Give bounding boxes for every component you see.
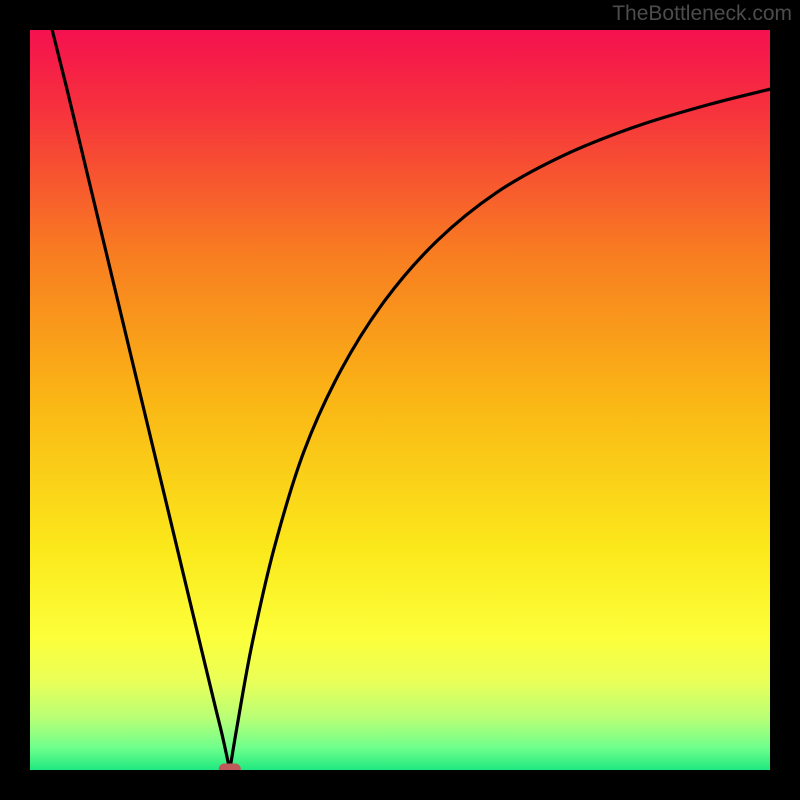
chart-svg [30, 30, 770, 770]
minimum-marker [219, 764, 241, 771]
watermark-text: TheBottleneck.com [612, 2, 792, 26]
plot-area [30, 30, 770, 770]
chart-frame: TheBottleneck.com [0, 0, 800, 800]
